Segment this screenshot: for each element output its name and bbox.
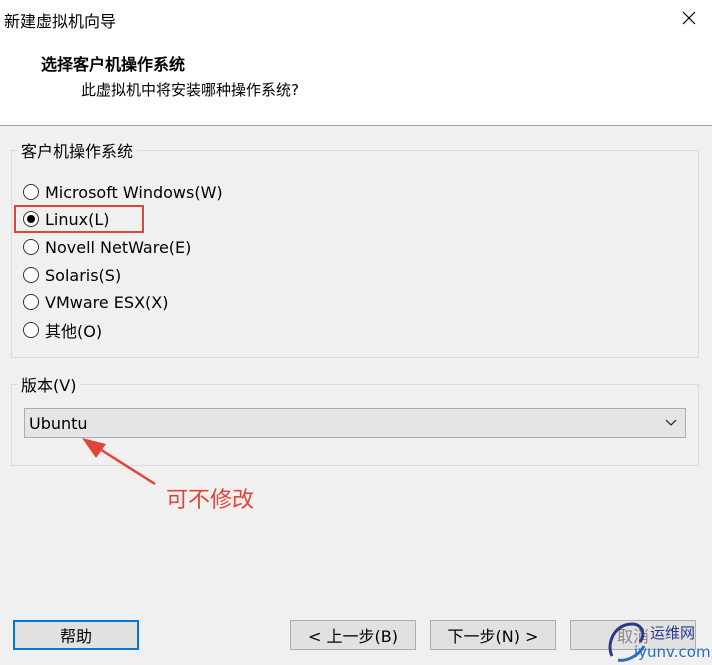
next-button[interactable]: 下一步(N) > — [430, 620, 556, 650]
radio-button[interactable] — [23, 239, 39, 255]
radio-label: Microsoft Windows(W) — [45, 182, 223, 202]
radio-button[interactable] — [23, 294, 39, 310]
page-subtitle: 此虚拟机中将安装哪种操作系统? — [81, 81, 299, 99]
help-button[interactable]: 帮助 — [13, 620, 139, 650]
cancel-button[interactable]: 取消 — [570, 620, 696, 650]
radio-button[interactable] — [23, 267, 39, 283]
radio-solaris[interactable]: Solaris(S) — [23, 263, 121, 287]
linux-highlight-box — [14, 205, 144, 233]
radio-label: Novell NetWare(E) — [45, 237, 192, 257]
radio-other[interactable]: 其他(O) — [23, 318, 102, 342]
close-icon — [682, 11, 696, 25]
radio-label: Solaris(S) — [45, 265, 122, 285]
radio-label: VMware ESX(X) — [45, 292, 169, 312]
close-button[interactable] — [666, 0, 712, 36]
radio-label: 其他(O) — [45, 322, 103, 341]
version-select-value: Ubuntu — [29, 413, 88, 433]
radio-vmware-esx[interactable]: VMware ESX(X) — [23, 290, 168, 314]
version-select[interactable]: Ubuntu — [24, 408, 686, 438]
title-bar: 新建虚拟机向导 — [0, 0, 712, 36]
guest-os-legend: 客户机操作系统 — [21, 142, 134, 161]
radio-button[interactable] — [23, 322, 39, 338]
version-legend: 版本(V) — [21, 376, 77, 395]
chevron-down-icon — [661, 413, 681, 433]
back-button[interactable]: < 上一步(B) — [290, 620, 416, 650]
annotation-text: 可不修改 — [166, 488, 255, 513]
radio-windows[interactable]: Microsoft Windows(W) — [23, 180, 223, 204]
window-title: 新建虚拟机向导 — [4, 12, 117, 31]
radio-button[interactable] — [23, 184, 39, 200]
wizard-header: 选择客户机操作系统 此虚拟机中将安装哪种操作系统? — [0, 36, 712, 126]
page-title: 选择客户机操作系统 — [41, 55, 186, 74]
radio-netware[interactable]: Novell NetWare(E) — [23, 235, 191, 259]
